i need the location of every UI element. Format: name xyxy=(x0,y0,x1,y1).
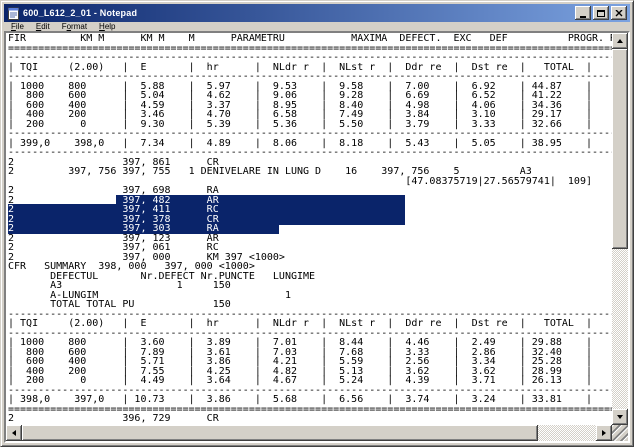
maximize-icon xyxy=(597,10,605,17)
notepad-icon xyxy=(7,7,20,20)
vertical-scroll-thumb[interactable] xyxy=(612,49,628,249)
menu-bar: FileEditFormatHelp xyxy=(4,22,630,31)
arrow-right-icon xyxy=(602,430,606,436)
edit-control-frame: FIR KM M KM M M PARAMETRU MAXIMA DEFECT.… xyxy=(4,31,630,443)
title-bar[interactable]: 600_L612_2_01 - Notepad xyxy=(4,4,630,22)
window-title: 600_L612_2_01 - Notepad xyxy=(23,8,575,18)
vertical-scrollbar[interactable] xyxy=(612,33,628,425)
minimize-button[interactable] xyxy=(575,6,591,20)
menu-item-file[interactable]: File xyxy=(6,22,29,31)
notepad-window: 600_L612_2_01 - Notepad FileEditFormatHe… xyxy=(0,0,634,447)
horizontal-scrollbar[interactable] xyxy=(6,425,612,441)
scroll-right-button[interactable] xyxy=(596,425,612,441)
text-line: 2 396, 729 CR xyxy=(8,414,612,424)
arrow-up-icon xyxy=(617,39,623,43)
menu-item-format[interactable]: Format xyxy=(57,22,92,31)
window-controls xyxy=(575,6,627,20)
edit-area[interactable]: FIR KM M KM M M PARAMETRU MAXIMA DEFECT.… xyxy=(6,33,612,425)
menu-item-help[interactable]: Help xyxy=(94,22,120,31)
arrow-down-icon xyxy=(617,415,623,419)
scroll-down-button[interactable] xyxy=(612,409,628,425)
scroll-up-button[interactable] xyxy=(612,33,628,49)
resize-grip[interactable] xyxy=(612,425,628,441)
close-button[interactable] xyxy=(611,6,627,20)
close-icon xyxy=(615,10,623,17)
minimize-icon xyxy=(580,16,586,18)
arrow-left-icon xyxy=(12,430,16,436)
scroll-left-button[interactable] xyxy=(6,425,22,441)
maximize-button[interactable] xyxy=(593,6,609,20)
horizontal-scroll-thumb[interactable] xyxy=(22,425,538,441)
menu-item-edit[interactable]: Edit xyxy=(31,22,55,31)
